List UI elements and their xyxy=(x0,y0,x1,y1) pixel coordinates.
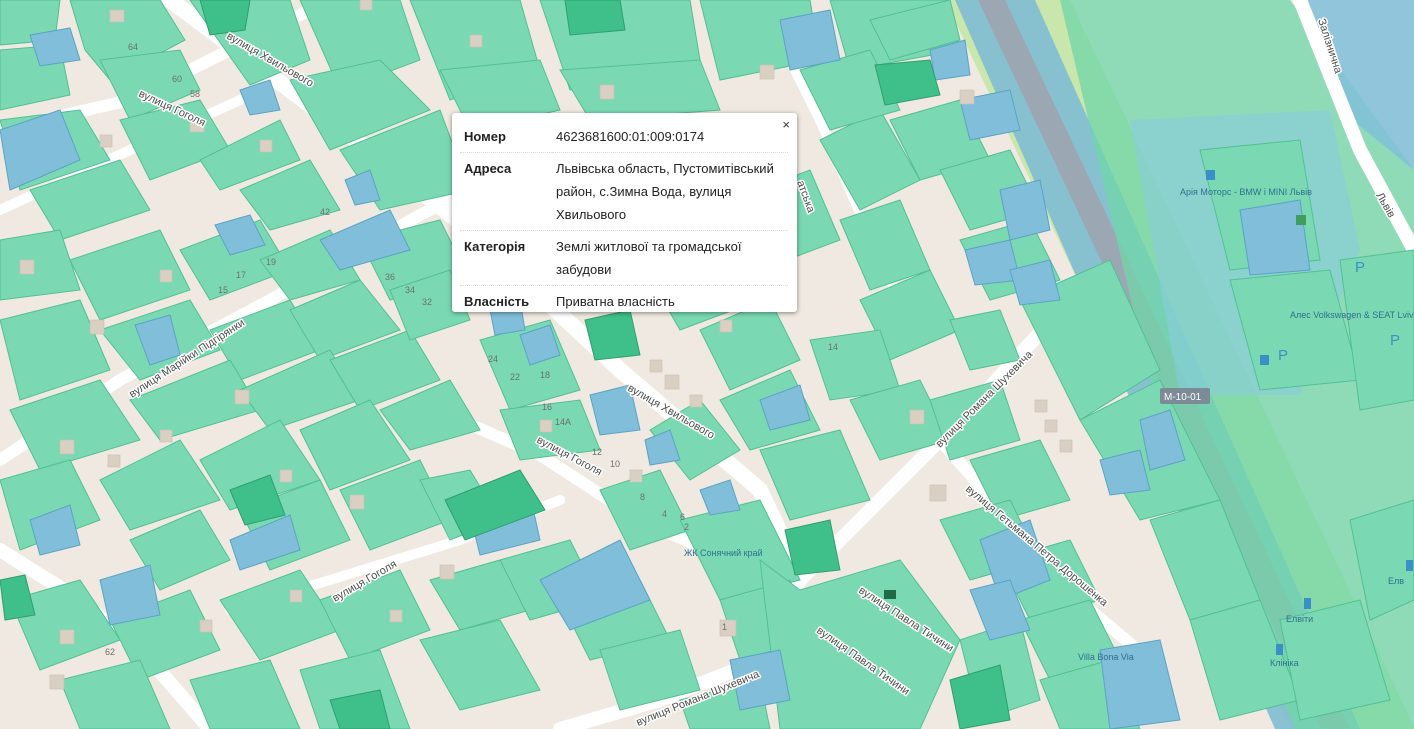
house-number: 64 xyxy=(128,42,138,52)
road-shield-label: М-10-01 xyxy=(1164,392,1202,403)
house-number: 19 xyxy=(266,257,276,267)
table-row: Адреса Львівська область, Пустомитівськи… xyxy=(460,152,788,231)
house-number: 4 xyxy=(662,509,667,519)
car-dealer-icon xyxy=(1206,170,1215,180)
parcel-info-popup: × Номер 4623681600:01:009:0174 Адреса Ль… xyxy=(452,113,797,312)
house-number: 14А xyxy=(555,417,571,427)
field-label: Адреса xyxy=(460,152,552,231)
table-row: Номер 4623681600:01:009:0174 xyxy=(460,121,788,153)
house-number: 17 xyxy=(236,270,246,280)
parcel-info-table: Номер 4623681600:01:009:0174 Адреса Льві… xyxy=(460,121,788,317)
poi-label-vw: Алес Volkswagen & SEAT Lviv xyxy=(1290,310,1414,320)
house-number: 10 xyxy=(610,459,620,469)
house-number: 1 xyxy=(722,622,727,632)
bus-stop-icon xyxy=(1304,598,1311,609)
cadastral-map[interactable]: P P P 64 60 58 42 36 34 32 24 22 18 16 1… xyxy=(0,0,1414,729)
field-label: Номер xyxy=(460,121,552,153)
house-number: 62 xyxy=(105,647,115,657)
house-number: 58 xyxy=(190,89,200,99)
post-office-icon xyxy=(884,590,896,599)
field-label: Категорія xyxy=(460,230,552,286)
table-row: Власність Приватна власність xyxy=(460,286,788,318)
house-number: 34 xyxy=(405,285,415,295)
poi-label-stop: Клініка xyxy=(1270,658,1299,668)
field-label: Власність xyxy=(464,294,530,309)
poi-label-complex: ЖК Сонячний край xyxy=(684,548,763,558)
house-number: 15 xyxy=(218,285,228,295)
poi-label-villa: Villa Bona Via xyxy=(1078,652,1134,662)
parking-icon: P xyxy=(1355,259,1365,276)
poi-label-bmw: Арія Моторс - BMW і MINI Львів xyxy=(1180,187,1312,197)
house-number: 2 xyxy=(684,522,689,532)
table-row: Категорія Землі житлової та громадської … xyxy=(460,230,788,286)
car-dealer-icon xyxy=(1260,355,1269,365)
bus-stop-icon xyxy=(1276,644,1283,655)
house-number: 36 xyxy=(385,272,395,282)
house-number: 18 xyxy=(540,370,550,380)
field-value: Львівська область, Пустомитівський район… xyxy=(552,152,788,231)
house-number: 32 xyxy=(422,297,432,307)
bus-stop-icon xyxy=(1406,560,1413,571)
house-number: 42 xyxy=(320,207,330,217)
house-number: 60 xyxy=(172,74,182,84)
field-value: Землі житлової та громадської забудови xyxy=(552,230,788,286)
road-shield: М-10-01 xyxy=(1160,388,1210,404)
poi-label-stop: Елвіти xyxy=(1286,614,1313,624)
house-number: 14 xyxy=(828,342,838,352)
house-number: 6 xyxy=(680,512,685,522)
house-number: 22 xyxy=(510,372,520,382)
poi-label-stop: Елв xyxy=(1388,576,1404,586)
house-number: 24 xyxy=(488,354,498,364)
house-number: 8 xyxy=(640,492,645,502)
parking-icon: P xyxy=(1390,332,1400,349)
house-number: 16 xyxy=(542,402,552,412)
shop-icon xyxy=(1296,215,1306,225)
field-value: 4623681600:01:009:0174 xyxy=(552,121,788,153)
field-value: Приватна власність xyxy=(556,294,675,309)
parking-icon: P xyxy=(1278,347,1288,364)
house-number: 12 xyxy=(592,447,602,457)
